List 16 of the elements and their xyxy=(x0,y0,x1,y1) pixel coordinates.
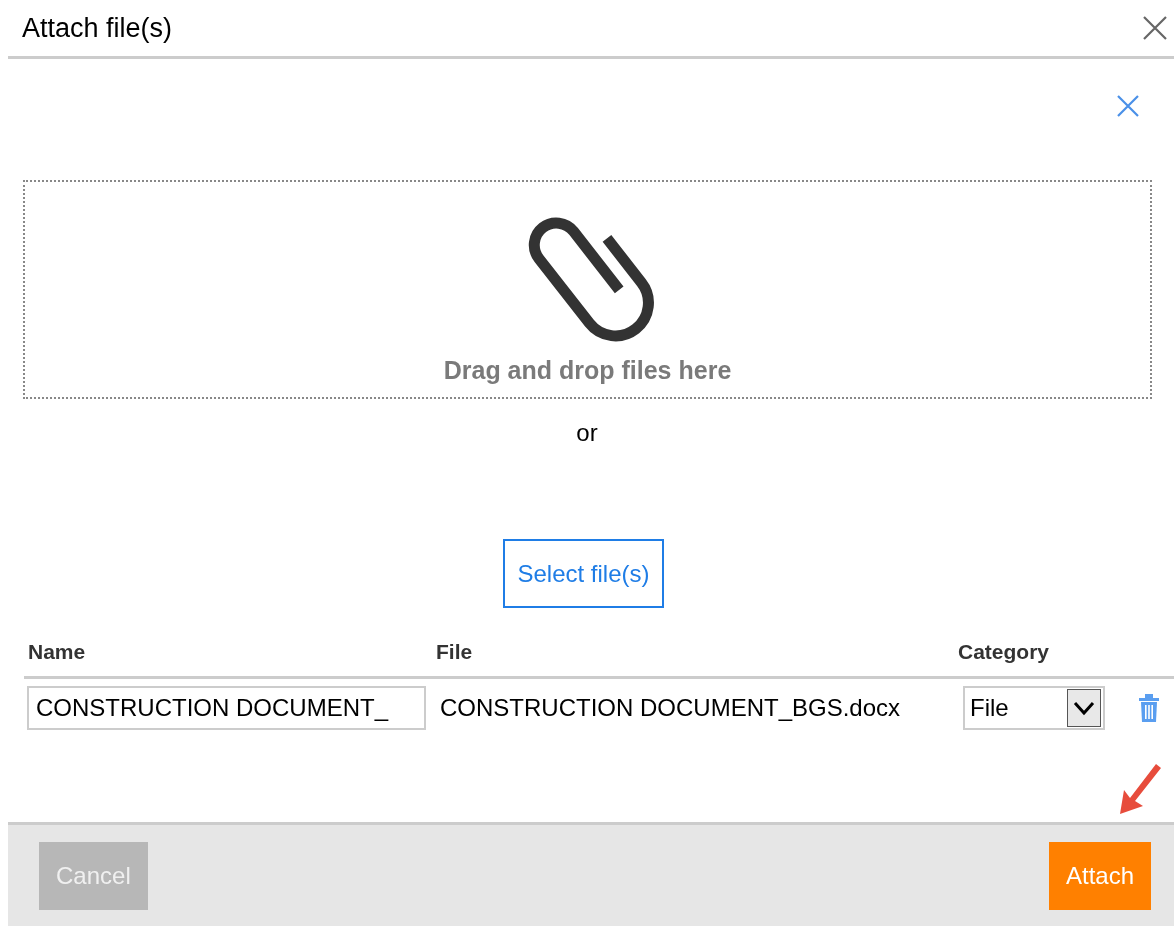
name-field[interactable]: CONSTRUCTION DOCUMENT_ xyxy=(27,686,426,730)
caret-icon xyxy=(1067,689,1101,727)
file-name: CONSTRUCTION DOCUMENT_BGS.docx xyxy=(439,694,901,722)
dialog-title: Attach file(s) xyxy=(22,12,173,44)
trash-icon[interactable] xyxy=(1137,693,1161,723)
dropzone-text: Drag and drop files here xyxy=(443,356,732,385)
close-icon[interactable] xyxy=(1142,15,1168,41)
category-dropdown[interactable]: File xyxy=(963,686,1105,730)
column-header: File xyxy=(432,640,954,679)
close-icon[interactable] xyxy=(1117,95,1139,117)
select-files-button[interactable]: Select file(s) xyxy=(503,539,664,608)
separator-text: or xyxy=(575,419,599,447)
column-header: Name xyxy=(24,640,432,679)
attach-button[interactable]: Attach xyxy=(1048,841,1151,910)
drop-zone[interactable]: Drag and drop files here xyxy=(23,180,1152,399)
column-header: Category xyxy=(954,640,1124,679)
